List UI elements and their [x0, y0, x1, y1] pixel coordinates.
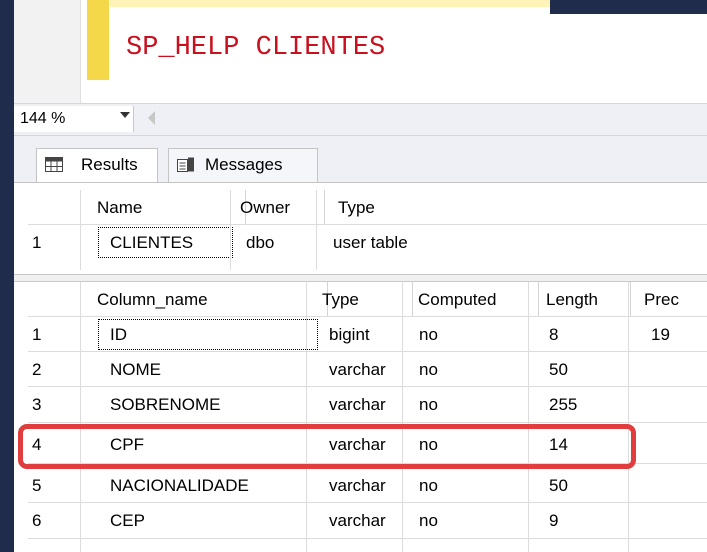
grid-divider: [80, 282, 81, 552]
grid-divider: [316, 190, 317, 270]
grid-divider: [306, 282, 307, 552]
chevron-down-icon[interactable]: [120, 112, 130, 118]
table-cell-computed[interactable]: no: [419, 352, 438, 387]
grid-divider: [28, 502, 707, 503]
window-frame-strip: [550, 0, 707, 14]
grid-divider: [628, 282, 629, 552]
table-cell-name[interactable]: CLIENTES: [96, 225, 235, 260]
zoom-level: 144 %: [20, 110, 66, 127]
table-cell-type[interactable]: varchar: [329, 352, 386, 387]
previous-line-strip: [110, 0, 550, 7]
table-cell-length[interactable]: 9: [549, 503, 558, 538]
grid-divider: [28, 538, 707, 539]
table-cell-length[interactable]: 255: [549, 387, 577, 422]
row-number: 1: [32, 325, 42, 344]
tab-messages-label: Messages: [205, 155, 283, 174]
table-row[interactable]: 1 ID bigint no 8 19: [28, 317, 707, 352]
change-indicator-bar: [87, 0, 109, 80]
table-cell-column-name[interactable]: CEP: [110, 503, 145, 538]
grid-divider: [80, 190, 81, 270]
column-header-type[interactable]: Type: [338, 190, 538, 225]
table-header-row: Name Owner Type: [28, 190, 707, 225]
gutter-divider: [80, 0, 81, 103]
table-cell-computed[interactable]: no: [419, 468, 438, 503]
grid-divider: [28, 351, 707, 352]
table-cell-computed[interactable]: no: [419, 503, 438, 538]
table-row[interactable]: 5 NACIONALIDADE varchar no 50: [28, 468, 707, 503]
grid-divider: [528, 282, 529, 552]
grid-divider: [230, 190, 231, 270]
highlight-annotation-box: [18, 424, 636, 469]
messages-icon: [177, 157, 194, 172]
column-header-name[interactable]: Name: [97, 190, 246, 225]
table-cell-column-name[interactable]: NACIONALIDADE: [110, 468, 249, 503]
tab-results[interactable]: Results: [36, 148, 158, 182]
table-cell-length[interactable]: 8: [549, 317, 558, 352]
table-cell-computed[interactable]: no: [419, 317, 438, 352]
table-cell-length[interactable]: 50: [549, 468, 568, 503]
table-cell-column-name[interactable]: ID: [96, 317, 320, 352]
table-cell-type[interactable]: varchar: [329, 503, 386, 538]
row-number-header: [28, 190, 81, 225]
grid-icon: [45, 157, 63, 172]
scroll-left-arrow-icon[interactable]: [148, 111, 155, 125]
tab-messages[interactable]: Messages: [168, 148, 318, 182]
table-cell-owner[interactable]: dbo: [246, 225, 274, 260]
table-cell-computed[interactable]: no: [419, 387, 438, 422]
table-row[interactable]: 2 NOME varchar no 50: [28, 352, 707, 387]
row-number: 5: [32, 476, 42, 495]
grid-divider: [28, 422, 707, 423]
table-cell-type[interactable]: varchar: [329, 387, 386, 422]
grid-divider: [28, 386, 707, 387]
table-cell-column-name[interactable]: NOME: [110, 352, 161, 387]
table-cell-prec[interactable]: 19: [651, 317, 670, 352]
column-header-computed[interactable]: Computed: [418, 282, 539, 317]
column-header-type[interactable]: Type: [322, 282, 413, 317]
column-header-owner[interactable]: Owner: [240, 190, 325, 225]
table-header-row: Column_name Type Computed Length Prec: [28, 282, 707, 317]
grid-divider: [28, 224, 707, 225]
table-cell-column-name[interactable]: SOBRENOME: [110, 387, 221, 422]
window-left-edge: [0, 0, 14, 552]
table-cell-type[interactable]: user table: [333, 225, 408, 260]
table-info-grid: Name Owner Type 1 CLIENTES dbo user tabl…: [14, 190, 707, 274]
tab-results-label: Results: [81, 155, 138, 174]
row-number: 2: [32, 360, 42, 379]
row-number: 1: [32, 233, 42, 252]
grid-separator: [14, 274, 707, 282]
grid-divider: [402, 282, 403, 552]
columns-grid: Column_name Type Computed Length Prec 1 …: [14, 282, 707, 552]
row-number: 6: [32, 511, 42, 530]
table-row[interactable]: 6 CEP varchar no 9: [28, 503, 707, 538]
column-header-column-name[interactable]: Column_name: [97, 282, 328, 317]
grid-divider: [28, 316, 707, 317]
table-row[interactable]: 3 SOBRENOME varchar no 255: [28, 387, 707, 422]
table-row[interactable]: 1 CLIENTES dbo user table: [28, 225, 707, 260]
code-line[interactable]: SP_HELP CLIENTES: [126, 30, 385, 66]
table-cell-type[interactable]: bigint: [329, 317, 370, 352]
table-cell-length[interactable]: 50: [549, 352, 568, 387]
table-cell-type[interactable]: varchar: [329, 468, 386, 503]
column-header-length[interactable]: Length: [546, 282, 631, 317]
editor-gutter: [14, 0, 80, 103]
column-header-prec[interactable]: Prec: [644, 282, 704, 317]
row-number: 3: [32, 395, 42, 414]
